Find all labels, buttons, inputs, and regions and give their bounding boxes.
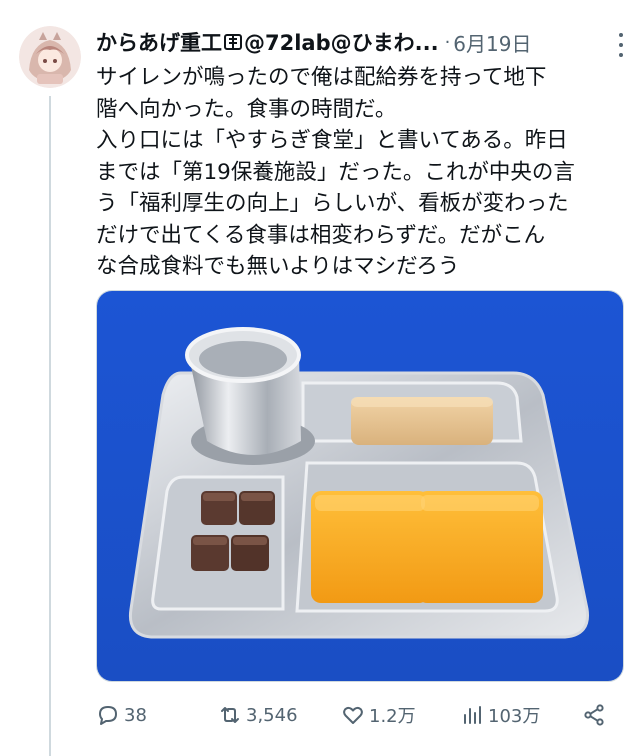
tweet-text-line: う「福利厚生の向上」らしいが、看板が変わった: [96, 191, 569, 216]
views-icon: [464, 706, 481, 724]
tweet-text-line: 階へ向かった。食事の時間だ。: [96, 96, 397, 122]
like-button[interactable]: 1.2万: [341, 698, 416, 732]
separator: ·: [444, 31, 451, 53]
display-name-text[interactable]: からあげ重工: [96, 31, 222, 55]
action-bar: 38 3,546 1.2万 103万: [96, 698, 616, 732]
view-count: 103万: [488, 706, 541, 727]
thread-line: [49, 96, 51, 756]
display-name[interactable]: からあげ重工 @72lab@ひまわ...: [96, 27, 439, 57]
reply-button[interactable]: 38: [96, 698, 147, 732]
meal-tray-photo: [97, 291, 623, 681]
more-dots-icon[interactable]: [616, 33, 626, 57]
avatar[interactable]: [19, 26, 81, 88]
tweet-text: サイレンが鳴ったので俺は配給券を持って地下 階へ向かった。食事の時間だ。 入り口…: [96, 62, 626, 283]
display-name-suffix[interactable]: @72lab@ひまわ...: [244, 31, 439, 55]
tweet-text-line: までは「第19保養施設」だった。これが中央の言: [96, 159, 575, 185]
timestamp[interactable]: 6月19日: [453, 28, 531, 57]
reply-icon: [99, 706, 117, 725]
retweet-button[interactable]: 3,546: [218, 698, 298, 732]
tweet-photo[interactable]: [96, 290, 624, 682]
share-icon: [584, 704, 604, 726]
tweet-text-line: サイレンが鳴ったので俺は配給券を持って地下: [96, 65, 547, 90]
share-button[interactable]: [582, 698, 610, 732]
tweet-text-line: な合成食料でも無いよりはマシだろう: [96, 254, 460, 279]
tweet-header: からあげ重工 @72lab@ひまわ... · 6月19日: [96, 25, 628, 59]
tweet-text-line: だけで出てくる食事は相変わらずだ。だがこん: [96, 222, 546, 248]
name-emoji-icon: [224, 34, 242, 50]
reply-count: 38: [124, 704, 147, 726]
retweet-icon: [221, 707, 239, 723]
tweet-text-line: 入り口には「やすらぎ食堂」と書いてある。昨日: [96, 128, 568, 153]
heart-icon: [343, 706, 363, 724]
retweet-count: 3,546: [246, 704, 298, 726]
views-button[interactable]: 103万: [460, 698, 540, 732]
like-count: 1.2万: [369, 706, 416, 727]
